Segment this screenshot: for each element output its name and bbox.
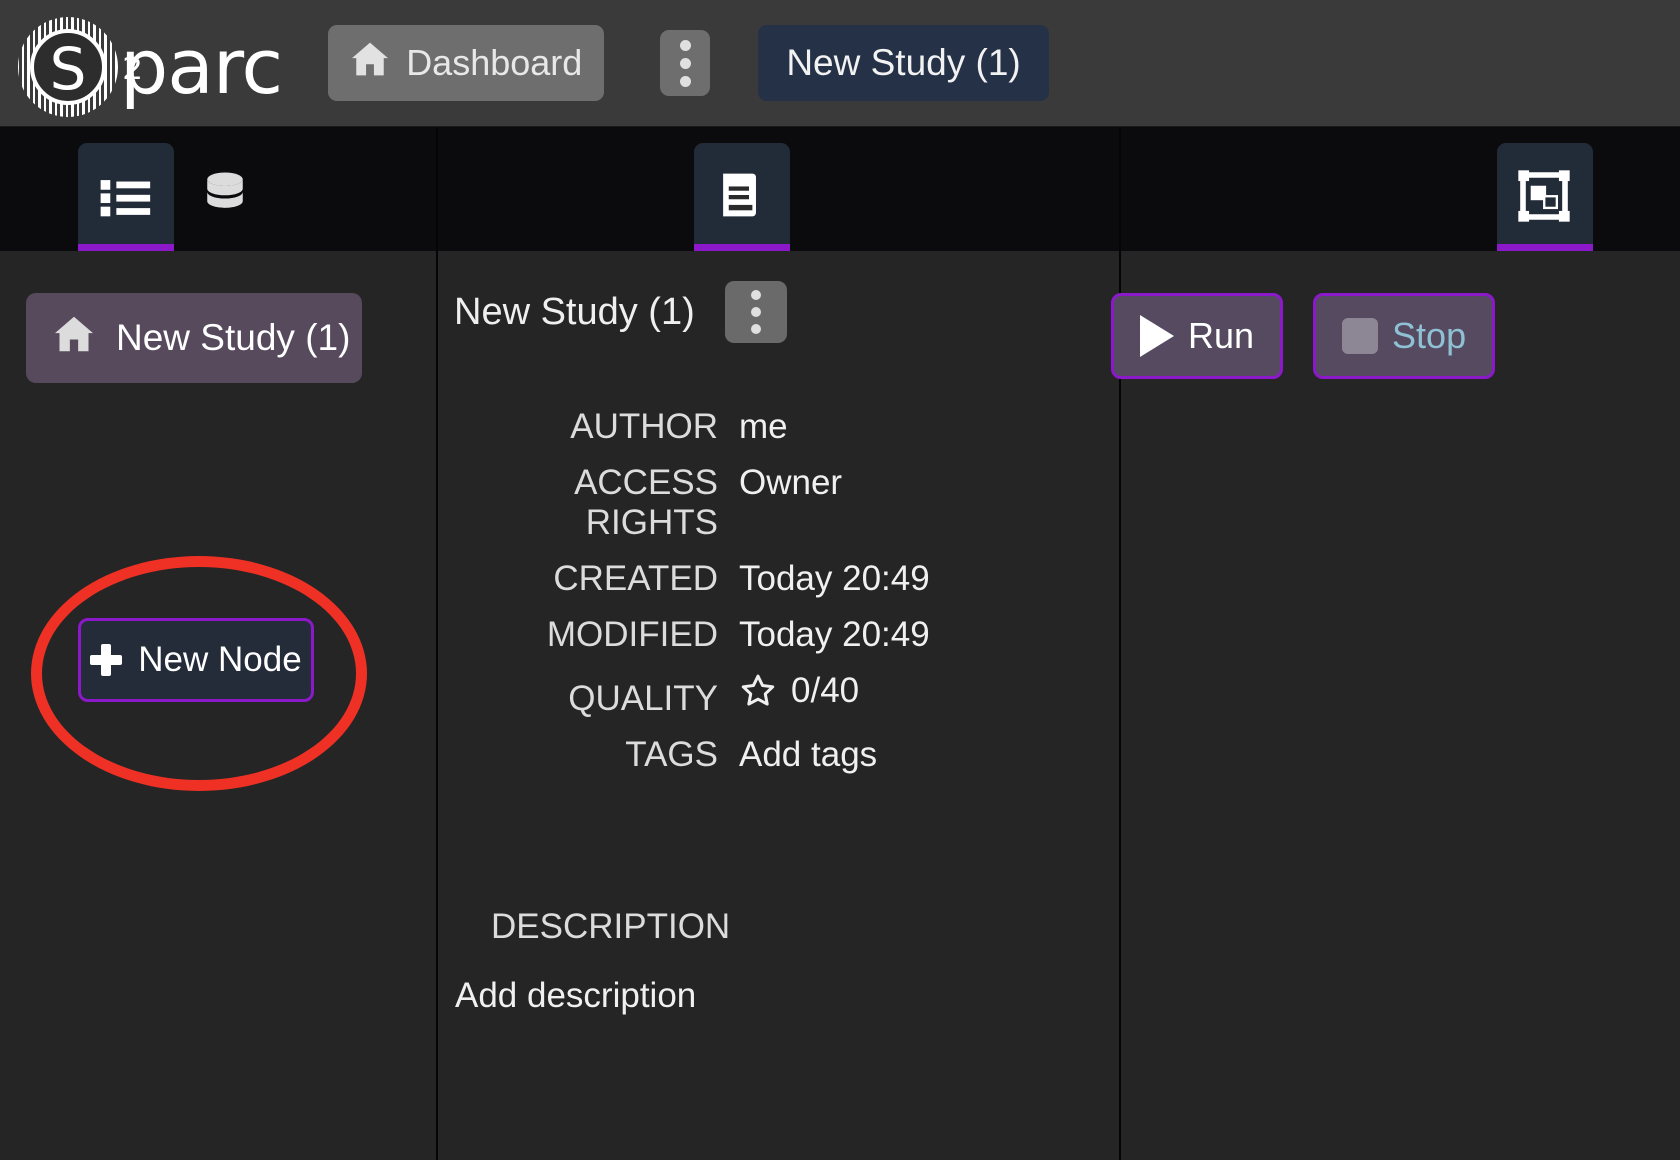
tab-study-info[interactable] <box>694 143 790 251</box>
metadata-row-access-rights: ACCESS RIGHTS Owner <box>438 463 1120 543</box>
right-panel: Run Stop <box>1111 127 1680 1160</box>
tab-pipeline-view[interactable] <box>1497 143 1593 251</box>
sparc-logo-superscript: 2 <box>122 52 143 87</box>
svg-text:S: S <box>50 35 87 103</box>
home-icon <box>350 41 390 86</box>
study-tab-label: New Study (1) <box>786 42 1021 83</box>
home-icon <box>52 315 96 362</box>
sparc-logo[interactable]: S 2 parc <box>14 13 283 117</box>
right-panel-body: Run Stop <box>1111 251 1680 1160</box>
study-tab-new-study[interactable]: New Study (1) <box>758 25 1049 101</box>
metadata-value: Today 20:49 <box>739 615 930 654</box>
metadata-row-tags: TAGS Add tags <box>438 735 1120 775</box>
node-group-icon <box>1516 168 1574 226</box>
sparc-app-window: S 2 parc Dashboard New Study (1) New Stu… <box>0 0 1680 1160</box>
study-header: New Study (1) <box>454 281 787 343</box>
metadata-row-modified: MODIFIED Today 20:49 <box>438 615 1120 655</box>
right-panel-tabstrip <box>1121 127 1680 251</box>
left-panel: New Study (1) New Node <box>0 127 437 1160</box>
description-label: DESCRIPTION <box>491 907 731 946</box>
add-description-button[interactable]: Add description <box>455 976 696 1016</box>
stop-button[interactable]: Stop <box>1313 293 1496 379</box>
metadata-value: Today 20:49 <box>739 559 930 598</box>
middle-panel: New Study (1) AUTHOR me ACCESS RIGHTS Ow… <box>438 127 1120 1160</box>
metadata-label: CREATED <box>553 559 718 598</box>
new-node-label: New Node <box>138 640 302 679</box>
plus-icon <box>90 644 123 676</box>
middle-panel-body: New Study (1) AUTHOR me ACCESS RIGHTS Ow… <box>438 251 1120 1160</box>
document-icon <box>713 168 771 226</box>
play-icon <box>1140 315 1174 357</box>
run-label: Run <box>1188 315 1255 356</box>
metadata-label: ACCESS RIGHTS <box>574 463 718 542</box>
quality-score: 0/40 <box>791 671 860 710</box>
new-node-button[interactable]: New Node <box>78 618 314 702</box>
study-kebab-menu-icon[interactable] <box>724 281 787 343</box>
left-panel-body: New Study (1) New Node <box>0 251 437 1160</box>
panel-area: New Study (1) New Node New Study (1) AUT… <box>0 127 1680 1160</box>
metadata-row-quality: QUALITY 0/40 <box>438 671 1120 719</box>
stop-square-icon <box>1342 318 1379 354</box>
metadata-row-created: CREATED Today 20:49 <box>438 559 1120 599</box>
metadata-label: MODIFIED <box>546 615 718 654</box>
dashboard-button[interactable]: Dashboard <box>328 25 605 101</box>
dashboard-label: Dashboard <box>406 42 583 83</box>
metadata-label: QUALITY <box>568 679 718 718</box>
metadata-value-quality[interactable]: 0/40 <box>739 671 859 711</box>
metadata-row-author: AUTHOR me <box>438 407 1120 447</box>
middle-panel-tabstrip <box>438 127 1120 251</box>
metadata-label: AUTHOR <box>570 407 718 446</box>
study-metadata-table: AUTHOR me ACCESS RIGHTS Owner CREATED To… <box>438 407 1120 791</box>
add-tags-button[interactable]: Add tags <box>739 735 877 775</box>
metadata-value: Owner <box>739 463 843 502</box>
navbar-kebab-menu-icon[interactable] <box>660 30 711 96</box>
left-panel-tabstrip <box>0 127 437 251</box>
breadcrumb-new-study[interactable]: New Study (1) <box>26 293 362 383</box>
study-title: New Study (1) <box>454 290 695 333</box>
metadata-label: TAGS <box>625 735 718 774</box>
breadcrumb-label: New Study (1) <box>116 317 351 358</box>
star-outline-icon <box>739 672 777 710</box>
stop-label: Stop <box>1392 315 1467 356</box>
tab-study-list[interactable] <box>78 143 174 251</box>
run-button[interactable]: Run <box>1111 293 1284 379</box>
sparc-logo-text: 2 parc <box>120 13 283 121</box>
top-navbar: S 2 parc Dashboard New Study (1) <box>0 0 1680 127</box>
database-icon <box>199 168 257 226</box>
sparc-logo-word: parc <box>120 22 283 111</box>
metadata-value: me <box>739 407 788 446</box>
sparc-logo-mark-icon: S <box>14 13 122 121</box>
tab-data-store[interactable] <box>180 143 276 251</box>
list-icon <box>97 168 155 226</box>
pipeline-action-bar: Run Stop <box>1111 293 1496 379</box>
